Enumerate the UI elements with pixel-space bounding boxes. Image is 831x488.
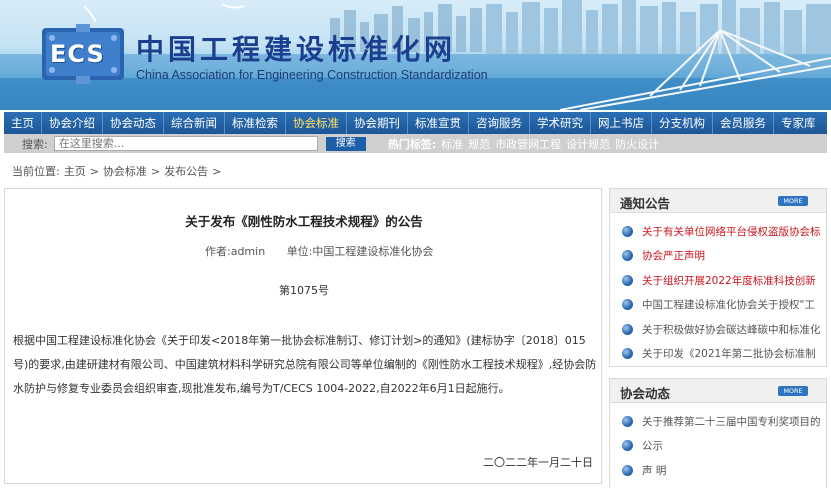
- nav-item[interactable]: 网上书店: [591, 112, 652, 134]
- search-input[interactable]: [53, 136, 318, 151]
- list-item-text[interactable]: 关于有关单位网络平台侵权盗版协会标: [642, 224, 821, 239]
- hot-tags-label: 热门标签:: [387, 137, 437, 151]
- bullet-icon: [622, 348, 633, 360]
- notices-panel: 通知公告 MORE 关于有关单位网络平台侵权盗版协会标 协会严正声明关于组织开展2…: [609, 188, 827, 367]
- search-label: 搜索:: [22, 137, 48, 151]
- article-panel: 关于发布《刚性防水工程技术规程》的公告 作者:admin 单位:中国工程建设标准…: [4, 188, 602, 484]
- list-item-text[interactable]: 关于组织开展2022年度标准科技创新: [642, 273, 816, 288]
- bullet-icon: [622, 440, 633, 452]
- article-author: 作者:admin: [205, 245, 266, 258]
- nav-item[interactable]: 专家库: [774, 112, 823, 134]
- nav-item[interactable]: 会员服务: [713, 112, 774, 134]
- site-title-cn: 中国工程建设标准化网: [136, 33, 457, 66]
- bullet-icon: [622, 464, 633, 476]
- breadcrumb-link[interactable]: 主页: [64, 165, 86, 178]
- list-item[interactable]: 声 明: [622, 458, 826, 483]
- list-item[interactable]: 关于推荐第二十三届中国专利奖项目的: [622, 409, 826, 434]
- bullet-icon: [622, 225, 633, 237]
- list-item-text[interactable]: 公示: [642, 438, 663, 453]
- news-title: 协会动态: [620, 386, 671, 401]
- main-nav: 主页 协会介绍 协会动态 综合新闻 标准检索 协会标准 协会期刊 标准宣贯 咨询服务 学术研究 网上…: [4, 112, 827, 134]
- search-bar: 搜索: 搜索 热门标签: 标准规范市政管网工程设计规范防火设计: [4, 134, 827, 153]
- hot-tag-link[interactable]: 规范: [468, 138, 490, 151]
- list-item-text[interactable]: 关于推荐第二十三届中国专利奖项目的: [642, 414, 821, 429]
- list-item[interactable]: 关于积极做好协会碳达峰碳中和标准化: [622, 317, 826, 342]
- news-more-button[interactable]: MORE: [778, 386, 808, 396]
- logo-text: ECS: [50, 40, 105, 68]
- article-title: 关于发布《刚性防水工程技术规程》的公告: [185, 214, 423, 229]
- nav-item[interactable]: 咨询服务: [469, 112, 530, 134]
- bullet-icon: [622, 274, 633, 286]
- breadcrumb: 当前位置: 主页 > 协会标准 > 发布公告 >: [12, 163, 225, 179]
- site-title-en: China Association for Engineering Constr…: [136, 68, 488, 82]
- site-banner: ECS 中国工程建设标准化网 China Association for Eng…: [0, 0, 831, 110]
- bullet-icon: [622, 415, 633, 427]
- nav-item[interactable]: 学术研究: [530, 112, 591, 134]
- article-number: 第1075号: [279, 284, 329, 297]
- hot-tag-link[interactable]: 设计规范: [566, 138, 610, 151]
- notices-list: 关于有关单位网络平台侵权盗版协会标 协会严正声明关于组织开展2022年度标准科技创…: [610, 213, 826, 366]
- nav-item[interactable]: 协会标准: [286, 112, 347, 134]
- list-item[interactable]: 协会严正声明: [622, 244, 826, 269]
- hot-tag-link[interactable]: 标准: [441, 138, 463, 151]
- news-header: 协会动态 MORE: [610, 379, 826, 403]
- nav-item[interactable]: 协会动态: [103, 112, 164, 134]
- breadcrumb-link[interactable]: 发布公告: [164, 165, 208, 178]
- list-item[interactable]: 中国工程建设标准化协会关于授权"工: [622, 293, 826, 318]
- breadcrumb-label: 当前位置:: [12, 165, 60, 178]
- hot-tags: 标准 规范 市政管网工程 设计规范 防火设计: [436, 136, 659, 152]
- search-button[interactable]: 搜索: [325, 136, 366, 151]
- nav-item[interactable]: 标准检索: [225, 112, 286, 134]
- news-panel: 协会动态 MORE 关于推荐第二十三届中国专利奖项目的 公示声 明: [609, 378, 827, 488]
- nav-item[interactable]: 综合新闻: [164, 112, 225, 134]
- nav-item[interactable]: 分支机构: [652, 112, 713, 134]
- bullet-icon: [622, 323, 633, 335]
- bullet-icon: [622, 250, 633, 262]
- breadcrumb-link[interactable]: 协会标准: [103, 165, 147, 178]
- list-item[interactable]: 关于组织开展2022年度标准科技创新: [622, 268, 826, 293]
- notices-more-button[interactable]: MORE: [778, 196, 808, 206]
- nav-item[interactable]: 协会介绍: [42, 112, 103, 134]
- list-item-text[interactable]: 中国工程建设标准化协会关于授权"工: [642, 297, 815, 312]
- hot-tag-link[interactable]: 市政管网工程: [495, 138, 561, 151]
- list-item-text[interactable]: 关于积极做好协会碳达峰碳中和标准化: [642, 322, 821, 337]
- article-meta: 作者:admin 单位:中国工程建设标准化协会: [205, 243, 451, 259]
- breadcrumb-separator: >: [212, 165, 222, 178]
- list-item[interactable]: 关于有关单位网络平台侵权盗版协会标: [622, 219, 826, 244]
- nav-item[interactable]: 标准宣贯: [408, 112, 469, 134]
- list-item-text[interactable]: 声 明: [642, 463, 666, 478]
- hot-tag-link[interactable]: 防火设计: [615, 138, 659, 151]
- article-unit: 单位:中国工程建设标准化协会: [286, 245, 434, 258]
- nav-item[interactable]: 主页: [4, 112, 42, 134]
- breadcrumb-separator: >: [89, 165, 99, 178]
- list-item-text[interactable]: 协会严正声明: [642, 248, 705, 263]
- list-item-text[interactable]: 关于印发《2021年第二批协会标准制: [642, 346, 816, 361]
- breadcrumb-separator: >: [150, 165, 161, 178]
- article-date: 二〇二二年一月二十日: [483, 456, 593, 469]
- notices-title: 通知公告: [620, 196, 671, 211]
- list-item[interactable]: 关于印发《2021年第二批协会标准制: [622, 342, 826, 367]
- notices-header: 通知公告 MORE: [610, 189, 826, 213]
- article-body: 根据中国工程建设标准化协会《关于印发<2018年第一批协会标准制订、修订计划>的…: [13, 334, 597, 395]
- news-list: 关于推荐第二十三届中国专利奖项目的 公示声 明: [610, 403, 826, 483]
- ecs-logo[interactable]: ECS: [40, 24, 126, 84]
- list-item[interactable]: 公示: [622, 434, 826, 459]
- nav-item[interactable]: 协会期刊: [347, 112, 408, 134]
- bullet-icon: [622, 299, 633, 311]
